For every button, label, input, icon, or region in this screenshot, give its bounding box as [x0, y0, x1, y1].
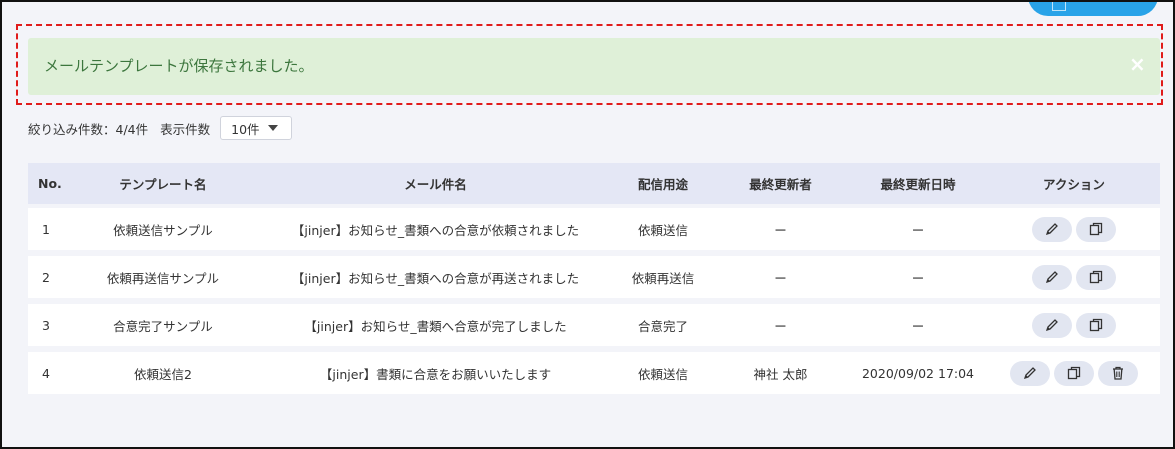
template-table: No. テンプレート名 メール件名 配信用途 最終更新者 最終更新日時 アクショ… — [28, 163, 1160, 394]
pencil-icon — [1045, 319, 1058, 332]
pencil-icon — [1045, 223, 1058, 236]
copy-button[interactable] — [1076, 312, 1116, 338]
header-subject: メール件名 — [404, 177, 467, 192]
pencil-icon — [1045, 271, 1058, 284]
cell-name: 依頼送信サンプル — [113, 222, 213, 238]
header-use: 配信用途 — [637, 177, 688, 192]
cell-updated-at: ー — [911, 318, 925, 334]
cell-name: 依頼送信2 — [134, 366, 192, 382]
cell-updated-by: ー — [774, 270, 787, 286]
success-alert: メールテンプレートが保存されました。 × — [28, 38, 1160, 95]
trash-icon — [1113, 366, 1123, 380]
copy-icon — [1089, 318, 1103, 332]
cell-updated-at: ー — [911, 222, 925, 238]
close-icon[interactable]: × — [1129, 54, 1146, 74]
cell-no: 1 — [42, 221, 50, 237]
per-page-value: 10件 — [231, 121, 260, 137]
edit-button[interactable] — [1032, 216, 1072, 242]
cell-no: 4 — [42, 365, 50, 381]
page-frame: メールテンプレートが保存されました。 × 絞り込み件数：4/4件 表示件数 10… — [0, 0, 1175, 449]
chevron-down-icon — [267, 125, 278, 131]
top-action-button[interactable] — [1028, 2, 1158, 16]
cell-subject: 【jinjer】お知らせ_書類への合意が依頼されました — [291, 222, 580, 238]
cell-use: 依頼再送信 — [631, 270, 695, 286]
copy-icon — [1067, 366, 1081, 380]
alert-message: メールテンプレートが保存されました。 — [44, 57, 314, 75]
table-header: No. テンプレート名 メール件名 配信用途 最終更新者 最終更新日時 アクショ… — [28, 163, 1160, 204]
cell-use: 依頼送信 — [637, 222, 688, 238]
cell-use: 合意完了 — [637, 318, 688, 334]
copy-button[interactable] — [1076, 216, 1116, 242]
button-icon — [1052, 2, 1066, 11]
table-row: 3 合意完了サンプル 【jinjer】お知らせ_書類へ合意が完了しました 合意完… — [28, 304, 1160, 346]
cell-actions — [988, 264, 1160, 290]
cell-updated-at: ー — [911, 270, 925, 286]
header-no: No. — [38, 176, 62, 191]
cell-subject: 【jinjer】お知らせ_書類への合意が再送されました — [291, 270, 580, 286]
table-row: 4 依頼送信2 【jinjer】書類に合意をお願いいたします 依頼送信 神社 太… — [28, 352, 1160, 394]
cell-actions — [988, 312, 1160, 338]
cell-updated-by: 神社 太郎 — [753, 366, 808, 382]
header-updated-by: 最終更新者 — [749, 177, 812, 192]
cell-actions — [988, 360, 1160, 386]
cell-updated-at: 2020/09/02 17:04 — [861, 365, 975, 381]
edit-button[interactable] — [1010, 360, 1050, 386]
copy-button[interactable] — [1076, 264, 1116, 290]
cell-actions — [988, 216, 1160, 242]
header-name: テンプレート名 — [119, 177, 207, 192]
header-actions: アクション — [1043, 177, 1105, 192]
edit-button[interactable] — [1032, 312, 1072, 338]
copy-icon — [1089, 222, 1103, 236]
cell-subject: 【jinjer】書類に合意をお願いいたします — [319, 366, 552, 382]
filter-count: 絞り込み件数：4/4件 — [28, 121, 149, 137]
cell-name: 合意完了サンプル — [113, 318, 213, 334]
per-page-label: 表示件数 — [160, 121, 211, 137]
filter-bar: 絞り込み件数：4/4件 表示件数 10件 — [28, 115, 293, 141]
cell-subject: 【jinjer】お知らせ_書類へ合意が完了しました — [304, 318, 567, 334]
cell-updated-by: ー — [774, 222, 787, 238]
cell-updated-by: ー — [774, 318, 787, 334]
per-page-select[interactable]: 10件 — [220, 116, 293, 140]
copy-icon — [1089, 270, 1103, 284]
cell-use: 依頼送信 — [637, 366, 688, 382]
pencil-icon — [1023, 367, 1036, 380]
table-row: 1 依頼送信サンプル 【jinjer】お知らせ_書類への合意が依頼されました 依… — [28, 208, 1160, 250]
table-row: 2 依頼再送信サンプル 【jinjer】お知らせ_書類への合意が再送されました … — [28, 256, 1160, 298]
copy-button[interactable] — [1054, 360, 1094, 386]
cell-no: 2 — [42, 269, 50, 285]
edit-button[interactable] — [1032, 264, 1072, 290]
cell-no: 3 — [42, 317, 50, 333]
delete-button[interactable] — [1098, 360, 1138, 386]
cell-name: 依頼再送信サンプル — [106, 270, 220, 286]
header-updated-at: 最終更新日時 — [880, 177, 956, 192]
